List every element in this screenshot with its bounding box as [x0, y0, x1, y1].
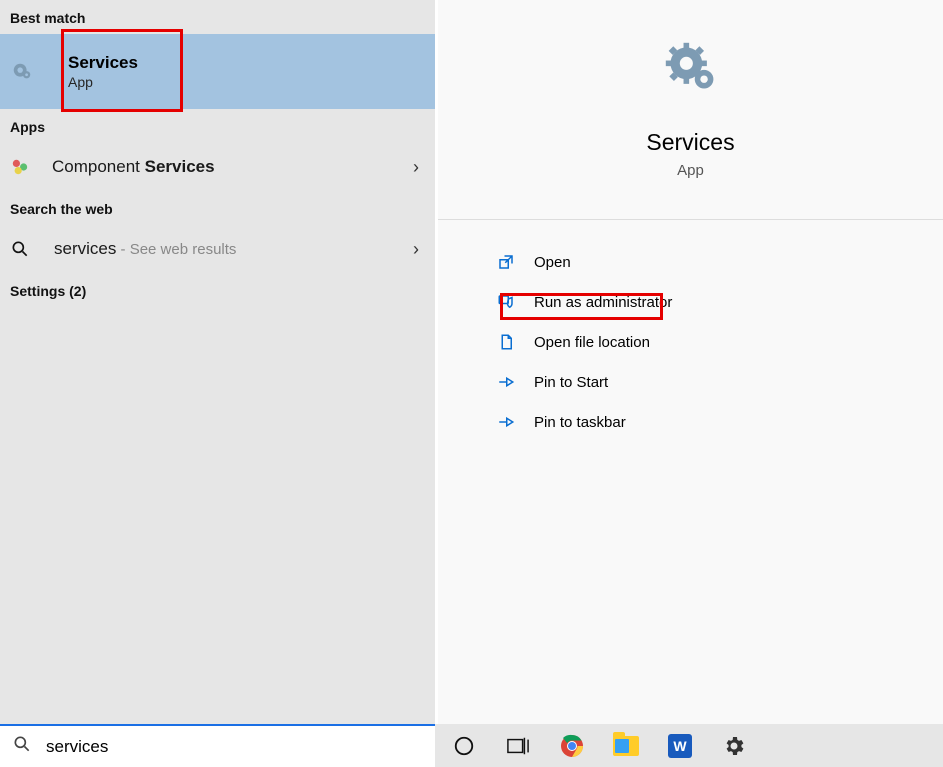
action-run-admin-label: Run as administrator — [534, 294, 672, 311]
apps-header: Apps — [0, 109, 435, 143]
best-match-result[interactable]: Services App — [0, 34, 435, 109]
file-location-icon — [496, 332, 516, 352]
panel-divider — [438, 219, 943, 220]
settings-gear-icon[interactable] — [720, 732, 748, 760]
action-pin-start[interactable]: Pin to Start — [496, 362, 943, 402]
chevron-right-icon: › — [413, 239, 419, 260]
search-icon — [10, 238, 32, 260]
panel-subtitle: App — [438, 162, 943, 179]
taskbar: W — [435, 724, 943, 767]
services-gear-icon — [10, 60, 34, 84]
action-open[interactable]: Open — [496, 242, 943, 282]
search-input[interactable] — [46, 737, 423, 757]
component-services-icon — [10, 157, 30, 177]
file-explorer-icon[interactable] — [612, 732, 640, 760]
chevron-right-icon: › — [413, 157, 419, 178]
pin-taskbar-icon — [496, 412, 516, 432]
pin-start-icon — [496, 372, 516, 392]
web-result-label: services - See web results — [54, 239, 236, 259]
best-match-header: Best match — [0, 0, 435, 34]
task-view-icon[interactable] — [504, 732, 532, 760]
apps-result-component-services[interactable]: Component Services › — [0, 143, 435, 191]
settings-header[interactable]: Settings (2) — [0, 273, 435, 307]
action-open-location[interactable]: Open file location — [496, 322, 943, 362]
search-web-header: Search the web — [0, 191, 435, 225]
word-icon[interactable]: W — [666, 732, 694, 760]
cortana-icon[interactable] — [450, 732, 478, 760]
action-open-label: Open — [534, 254, 571, 271]
chrome-icon[interactable] — [558, 732, 586, 760]
action-open-location-label: Open file location — [534, 334, 650, 351]
best-match-title: Services — [68, 53, 138, 73]
web-result[interactable]: services - See web results › — [0, 225, 435, 273]
best-match-subtitle: App — [68, 74, 138, 90]
apps-result-label: Component Services — [52, 157, 215, 177]
admin-shield-icon — [496, 292, 516, 312]
services-hero-icon — [663, 40, 719, 101]
search-icon — [12, 734, 32, 759]
open-icon — [496, 252, 516, 272]
search-bar[interactable] — [0, 724, 435, 767]
action-pin-taskbar[interactable]: Pin to taskbar — [496, 402, 943, 442]
panel-title: Services — [438, 129, 943, 156]
action-run-admin[interactable]: Run as administrator — [496, 282, 943, 322]
action-pin-start-label: Pin to Start — [534, 374, 608, 391]
action-pin-taskbar-label: Pin to taskbar — [534, 414, 626, 431]
